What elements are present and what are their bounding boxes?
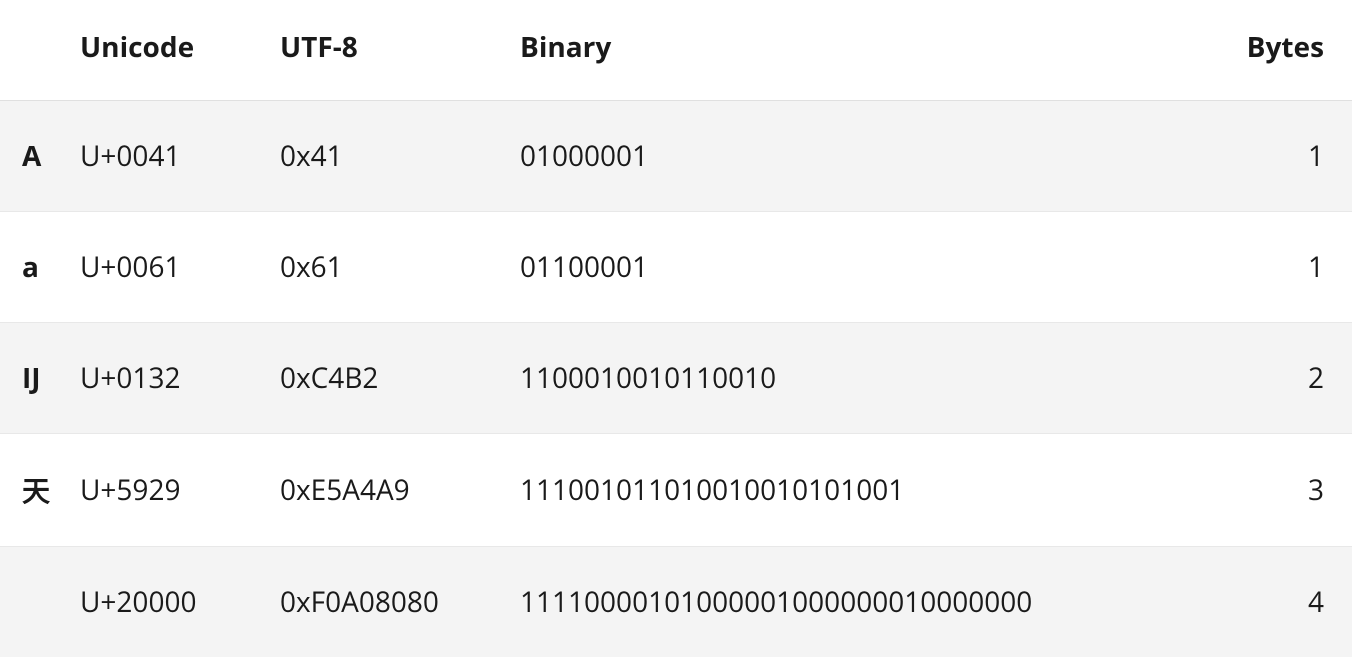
cell-char: A xyxy=(0,101,80,212)
cell-unicode: U+20000 xyxy=(80,547,280,657)
cell-char: a xyxy=(0,212,80,323)
cell-utf8: 0x41 xyxy=(280,101,520,212)
table-row: 𠀀 U+20000 0xF0A08080 1111000010100000100… xyxy=(0,547,1352,657)
cell-bytes: 1 xyxy=(1222,101,1352,212)
table-row: Ĳ U+0132 0xC4B2 1100010010110010 2 xyxy=(0,323,1352,434)
cell-unicode: U+0061 xyxy=(80,212,280,323)
table-header-row: Unicode UTF-8 Binary Bytes xyxy=(0,0,1352,101)
cell-binary: 01000001 xyxy=(520,101,1222,212)
encoding-table: Unicode UTF-8 Binary Bytes A U+0041 0x41… xyxy=(0,0,1352,657)
cell-binary: 11110000101000001000000010000000 xyxy=(520,547,1222,657)
cell-binary: 1100010010110010 xyxy=(520,323,1222,434)
cell-unicode: U+0132 xyxy=(80,323,280,434)
header-char xyxy=(0,0,80,101)
cell-binary: 01100001 xyxy=(520,212,1222,323)
cell-utf8: 0xF0A08080 xyxy=(280,547,520,657)
cell-char: 𠀀 xyxy=(0,547,80,657)
header-binary: Binary xyxy=(520,0,1222,101)
cell-utf8: 0xE5A4A9 xyxy=(280,434,520,547)
table-row: 天 U+5929 0xE5A4A9 1110010110100100101010… xyxy=(0,434,1352,547)
header-utf8: UTF-8 xyxy=(280,0,520,101)
cell-char: Ĳ xyxy=(0,323,80,434)
cell-binary: 111001011010010010101001 xyxy=(520,434,1222,547)
header-bytes: Bytes xyxy=(1222,0,1352,101)
cell-bytes: 4 xyxy=(1222,547,1352,657)
cell-bytes: 3 xyxy=(1222,434,1352,547)
header-unicode: Unicode xyxy=(80,0,280,101)
cell-unicode: U+0041 xyxy=(80,101,280,212)
cell-unicode: U+5929 xyxy=(80,434,280,547)
cell-utf8: 0xC4B2 xyxy=(280,323,520,434)
table-row: A U+0041 0x41 01000001 1 xyxy=(0,101,1352,212)
table-row: a U+0061 0x61 01100001 1 xyxy=(0,212,1352,323)
cell-char: 天 xyxy=(0,434,80,547)
cell-utf8: 0x61 xyxy=(280,212,520,323)
cell-bytes: 1 xyxy=(1222,212,1352,323)
cell-bytes: 2 xyxy=(1222,323,1352,434)
